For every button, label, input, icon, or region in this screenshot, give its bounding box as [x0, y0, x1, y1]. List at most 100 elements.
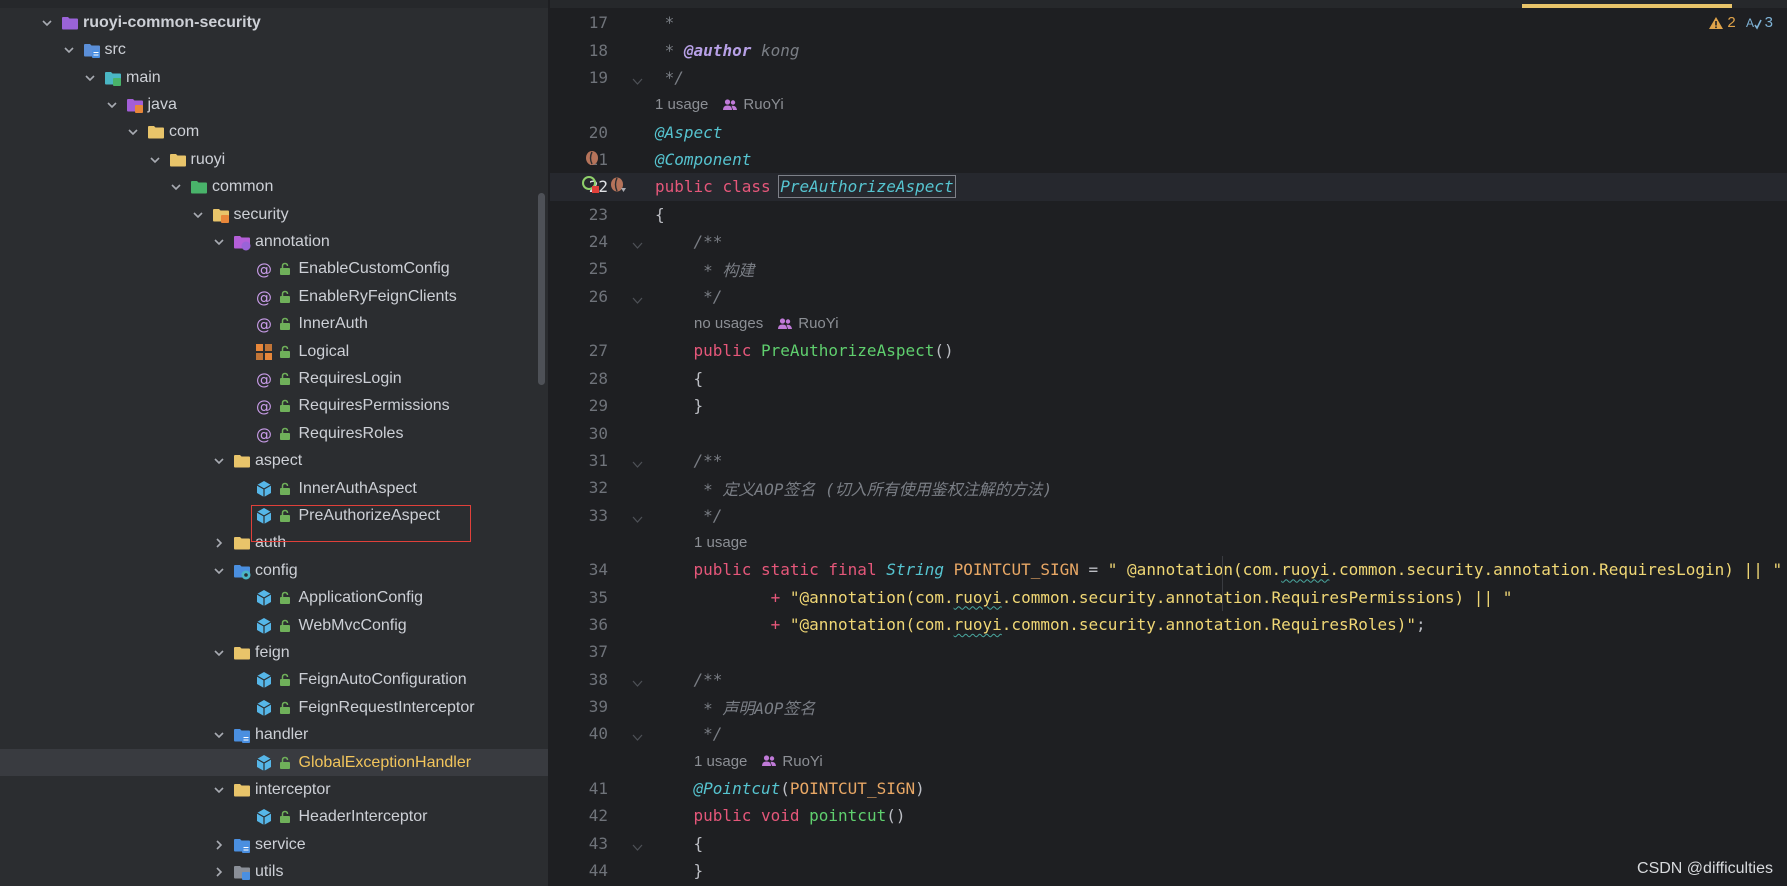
code-line[interactable]: 41 @Pointcut(POINTCUT_SIGN) [550, 775, 1787, 803]
code-line[interactable]: 19 */ [550, 64, 1787, 92]
tree-item[interactable]: annotation [0, 228, 548, 256]
code-line[interactable]: 28 { [550, 365, 1787, 393]
tree-item[interactable]: @ RequiresPermissions [0, 393, 548, 421]
tree-item[interactable]: GlobalExceptionHandler [0, 748, 548, 777]
chevron-down-icon[interactable] [211, 645, 227, 661]
tree-item[interactable]: @ EnableCustomConfig [0, 256, 548, 284]
tree-item[interactable]: handler [0, 721, 548, 749]
chevron-right-icon[interactable] [211, 837, 227, 853]
tree-item[interactable]: src [0, 36, 548, 64]
usage-hint[interactable]: 1 usage [694, 534, 747, 551]
code-line[interactable]: 22public class PreAuthorizeAspect [550, 173, 1787, 201]
code-line[interactable]: 42 public void pointcut() [550, 802, 1787, 830]
code-vision-hint[interactable]: 1 usage RuoYi [550, 91, 1787, 119]
code-line[interactable]: 18 * @author kong [550, 36, 1787, 64]
code-line[interactable]: 38 /** [550, 665, 1787, 693]
tree-item[interactable]: @ RequiresLogin [0, 365, 548, 393]
code-line[interactable]: 39 * 声明AOP签名 [550, 693, 1787, 721]
code-line[interactable]: 17 * [550, 9, 1787, 37]
code-vision-hint[interactable]: no usages RuoYi [550, 310, 1787, 338]
fold-marker-icon[interactable] [632, 236, 643, 249]
tree-item[interactable]: WebMvcConfig [0, 612, 548, 640]
usage-hint[interactable]: no usages RuoYi [694, 315, 839, 332]
usage-hint[interactable]: 1 usage RuoYi [655, 96, 784, 113]
chevron-down-icon[interactable] [125, 124, 141, 140]
author-hint[interactable]: RuoYi [722, 96, 784, 113]
code-vision-hint[interactable]: 1 usage [550, 529, 1787, 557]
tree-item[interactable]: common [0, 173, 548, 201]
chevron-right-icon[interactable] [211, 864, 227, 880]
tree-item[interactable]: Logical [0, 338, 548, 366]
fold-marker-icon[interactable] [632, 291, 643, 304]
tree-item[interactable]: HeaderInterceptor [0, 804, 548, 832]
chevron-down-icon[interactable] [211, 727, 227, 743]
code-line[interactable]: 29 } [550, 392, 1787, 420]
chevron-right-icon[interactable] [211, 535, 227, 551]
chevron-down-icon[interactable] [190, 207, 206, 223]
tree-item[interactable]: java [0, 91, 548, 119]
tree-item[interactable]: FeignAutoConfiguration [0, 667, 548, 695]
tree-item[interactable]: @ EnableRyFeignClients [0, 283, 548, 311]
code-line[interactable]: 33 */ [550, 501, 1787, 529]
tree-item[interactable]: ruoyi [0, 146, 548, 174]
code-line[interactable]: 23 { [550, 200, 1787, 228]
code-line[interactable]: 37 [550, 638, 1787, 666]
spring-bean-icon[interactable] [609, 176, 627, 198]
code-line[interactable]: 24 /** [550, 228, 1787, 256]
tree-item[interactable]: aspect [0, 447, 548, 475]
tree-item[interactable]: ApplicationConfig [0, 584, 548, 612]
chevron-down-icon[interactable] [104, 97, 120, 113]
chevron-down-icon[interactable] [211, 234, 227, 250]
code-line[interactable]: 25 * 构建 [550, 255, 1787, 283]
code-line[interactable]: 32 * 定义AOP签名 (切入所有使用鉴权注解的方法) [550, 474, 1787, 502]
code-line[interactable]: 27 public PreAuthorizeAspect() [550, 337, 1787, 365]
code-line[interactable]: 31 /** [550, 447, 1787, 475]
tree-item[interactable]: @ RequiresRoles [0, 420, 548, 448]
code-line[interactable]: 36 + "@annotation(com.ruoyi.common.secur… [550, 611, 1787, 639]
chevron-down-icon[interactable] [61, 42, 77, 58]
code-line[interactable]: 20 @Aspect [550, 118, 1787, 146]
code-line[interactable]: 40 */ [550, 720, 1787, 748]
fold-marker-icon[interactable] [632, 455, 643, 468]
chevron-down-icon[interactable] [147, 152, 163, 168]
tree-item[interactable]: ruoyi-common-security [0, 9, 548, 37]
fold-marker-icon[interactable] [632, 510, 643, 523]
code-line[interactable]: 26 */ [550, 283, 1787, 311]
tree-item[interactable]: com [0, 119, 548, 147]
usage-count[interactable]: no usages [694, 315, 763, 332]
code-line[interactable]: 35 + "@annotation(com.ruoyi.common.secur… [550, 583, 1787, 611]
tree-item[interactable]: interceptor [0, 776, 548, 804]
code-vision-hint[interactable]: 1 usage RuoYi [550, 747, 1787, 775]
tree-item[interactable]: feign [0, 639, 548, 667]
fold-marker-icon[interactable] [632, 72, 643, 85]
usage-count[interactable]: 1 usage [655, 96, 708, 113]
tree-scrollbar[interactable] [538, 193, 545, 385]
code-line[interactable]: 21 @Component [550, 146, 1787, 174]
author-hint[interactable]: RuoYi [761, 753, 823, 770]
author-hint[interactable]: RuoYi [777, 315, 839, 332]
usage-count[interactable]: 1 usage [694, 534, 747, 551]
usage-hint[interactable]: 1 usage RuoYi [694, 753, 823, 770]
chevron-down-icon[interactable] [168, 179, 184, 195]
tree-item[interactable]: config [0, 557, 548, 585]
tree-item[interactable]: FeignRequestInterceptor [0, 694, 548, 722]
code-editor[interactable]: 2 A 3 17 * 18 * @author kong 19 */1 usage R… [550, 0, 1787, 886]
tree-item[interactable]: utils [0, 858, 548, 886]
code-line[interactable]: 30 [550, 419, 1787, 447]
code-line[interactable]: 34 public static final String POINTCUT_S… [550, 556, 1787, 584]
tree-item[interactable]: main [0, 64, 548, 92]
tree-item[interactable]: service [0, 831, 548, 859]
aspect-run-icon[interactable] [581, 175, 601, 199]
fold-marker-icon[interactable] [632, 674, 643, 687]
chevron-down-icon[interactable] [211, 563, 227, 579]
code-line[interactable]: 44 } [550, 857, 1787, 885]
tree-item[interactable]: security [0, 201, 548, 229]
chevron-down-icon[interactable] [211, 782, 227, 798]
usage-count[interactable]: 1 usage [694, 753, 747, 770]
chevron-down-icon[interactable] [82, 70, 98, 86]
chevron-down-icon[interactable] [39, 15, 55, 31]
fold-marker-icon[interactable] [632, 838, 643, 851]
fold-marker-icon[interactable] [632, 728, 643, 742]
tree-item[interactable]: @ InnerAuth [0, 310, 548, 338]
spring-bean-icon[interactable] [584, 150, 600, 170]
